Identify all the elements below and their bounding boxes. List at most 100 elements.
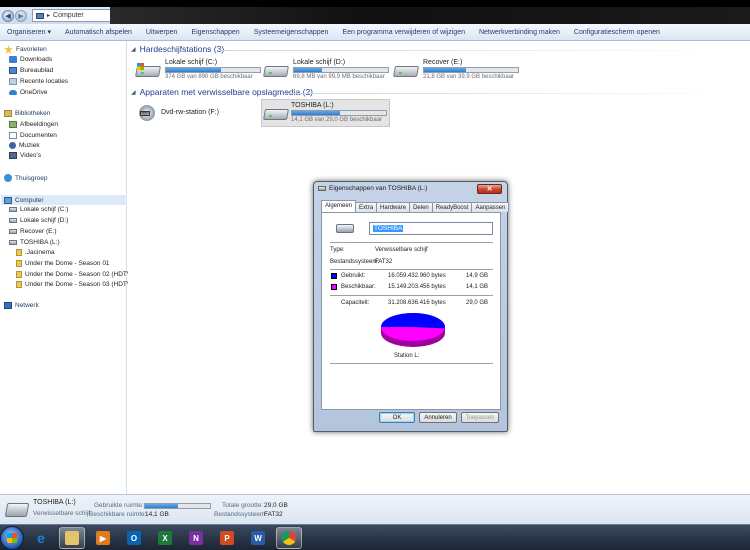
dialog-titlebar[interactable]: Eigenschappen van TOSHIBA (L:) — [318, 185, 427, 192]
nav-network[interactable]: Netwerk — [4, 302, 39, 309]
chevron-right-icon[interactable]: ▸ — [47, 12, 50, 19]
tab-general[interactable]: Algemeen — [321, 200, 357, 212]
taskbar-app-outlook[interactable]: O — [121, 527, 147, 549]
pie-slice-used — [381, 313, 445, 329]
drive-tile-e[interactable]: Recover (E:) 21,8 GB van 39,9 GB beschik… — [393, 59, 519, 80]
drive-tile-c[interactable]: Lokale schijf (C:) 374 GB van 890 GB bes… — [135, 59, 261, 80]
map-network-drive-button[interactable]: Netwerkverbinding maken — [472, 29, 567, 36]
nav-pictures[interactable]: Afbeeldingen — [9, 121, 58, 128]
windows-drive-icon — [135, 63, 162, 79]
tab-sharing[interactable]: Delen — [409, 202, 433, 212]
used-bytes: 16.059.432.960 bytes — [388, 273, 446, 279]
collapse-triangle-icon[interactable]: ◢ — [131, 46, 136, 53]
start-button[interactable] — [0, 526, 24, 550]
nav-folder-jacinema[interactable]: .Jacinema — [16, 249, 55, 256]
navigation-pane: Favorieten Downloads Bureaublad Recente … — [0, 41, 133, 494]
star-icon — [4, 45, 13, 54]
nav-videos[interactable]: Video's — [9, 152, 41, 159]
nav-drive-c-label: Lokale schijf (C:) — [20, 206, 69, 213]
usb-drive-icon — [9, 240, 17, 245]
word-icon: W — [251, 531, 265, 545]
nav-folder-season-02[interactable]: Under the Dome - Season 02 (HDTV) — [16, 271, 133, 278]
outlook-icon: O — [127, 531, 141, 545]
nav-downloads[interactable]: Downloads — [9, 56, 52, 63]
nav-music[interactable]: Muziek — [9, 142, 40, 149]
tab-tools[interactable]: Extra — [355, 202, 378, 212]
nav-drive-d[interactable]: Lokale schijf (D:) — [9, 217, 68, 224]
capacity-label: Capaciteit: — [341, 300, 370, 306]
open-control-panel-button[interactable]: Configuratiescherm openen — [567, 29, 667, 36]
autoplay-button[interactable]: Automatisch afspelen — [58, 29, 139, 36]
properties-button[interactable]: Eigenschappen — [184, 29, 246, 36]
back-button[interactable]: ◀ — [2, 9, 14, 22]
toshiba-usage-bar — [291, 110, 387, 116]
cancel-button[interactable]: Annuleren — [419, 412, 457, 423]
nav-recent-places[interactable]: Recente locaties — [9, 78, 68, 85]
tab-customize[interactable]: Aanpassen — [471, 202, 510, 212]
drive-name-input[interactable]: TOSHIBA — [369, 222, 493, 235]
nav-drive-e-label: Recover (E:) — [20, 228, 57, 235]
drive-tile-dvd[interactable]: DVD Dvd-rw-station (F:) — [136, 105, 219, 125]
free-label: Beschikbaar: — [341, 284, 376, 290]
nav-videos-label: Video's — [20, 152, 41, 159]
type-label: Type: — [330, 247, 345, 253]
apply-button[interactable]: Toepassen — [461, 412, 499, 423]
address-bar-dark-area — [110, 7, 750, 24]
organize-menu[interactable]: Organiseren ▾ — [0, 28, 58, 36]
details-fs-label: Bestandssysteem: — [214, 511, 268, 518]
removable-group-header[interactable]: ◢ Apparaten met verwisselbare opslagmedi… — [131, 87, 313, 97]
taskbar-app-powerpoint[interactable]: P — [214, 527, 240, 549]
eject-button[interactable]: Uitwerpen — [139, 29, 185, 36]
drive-tile-d[interactable]: Lokale schijf (D:) 69,8 MB van 99,9 MB b… — [263, 59, 389, 80]
nav-onedrive[interactable]: OneDrive — [9, 89, 47, 96]
downloads-icon — [9, 56, 17, 63]
taskbar-app-word[interactable]: W — [245, 527, 271, 549]
collapse-triangle-icon[interactable]: ◢ — [131, 89, 136, 96]
onedrive-icon — [9, 90, 17, 95]
nav-desktop-label: Bureaublad — [20, 67, 54, 74]
close-button[interactable]: ✕ — [477, 184, 502, 194]
folder-icon — [16, 281, 22, 288]
system-properties-button[interactable]: Systeemeigenschappen — [247, 29, 336, 36]
group-divider — [220, 50, 740, 51]
drive-d-usage-bar — [293, 67, 389, 73]
videos-icon — [9, 152, 17, 159]
ok-button[interactable]: OK — [379, 412, 415, 423]
taskbar-app-media-player[interactable]: ▶ — [90, 527, 116, 549]
tab-readyboost[interactable]: ReadyBoost — [431, 202, 473, 212]
taskbar-app-chrome[interactable] — [276, 527, 302, 549]
nav-folder-season-01[interactable]: Under the Dome - Season 01 — [16, 260, 110, 267]
taskbar: e ▶ O X N P W — [0, 524, 750, 550]
nav-homegroup[interactable]: Thuisgroep — [4, 174, 48, 182]
libraries-icon — [4, 110, 12, 117]
nav-drive-l[interactable]: TOSHIBA (L:) — [9, 239, 60, 246]
nav-favorites[interactable]: Favorieten — [4, 45, 47, 54]
nav-documents[interactable]: Documenten — [9, 132, 57, 139]
nav-drive-c[interactable]: Lokale schijf (C:) — [9, 206, 68, 213]
usb-drive-icon — [263, 106, 289, 122]
details-used-label: Gebruikte ruimte: — [94, 502, 144, 509]
dialog-title: Eigenschappen van TOSHIBA (L:) — [329, 185, 428, 192]
tab-hardware[interactable]: Hardware — [376, 202, 411, 212]
uninstall-program-button[interactable]: Een programma verwijderen of wijzigen — [335, 29, 472, 36]
details-name: TOSHIBA (L:) — [33, 499, 76, 506]
nav-libraries[interactable]: Bibliotheken — [4, 110, 50, 117]
toshiba-size: 14,1 GB van 29,0 GB beschikbaar — [291, 117, 383, 123]
nav-desktop[interactable]: Bureaublad — [9, 67, 53, 74]
details-usage-bar — [144, 503, 211, 509]
taskbar-app-onenote[interactable]: N — [183, 527, 209, 549]
nav-drive-e[interactable]: Recover (E:) — [9, 228, 56, 235]
drive-d-size: 69,8 MB van 99,9 MB beschikbaar — [293, 74, 385, 80]
drive-e-name: Recover (E:) — [423, 59, 463, 66]
taskbar-app-explorer[interactable] — [59, 527, 85, 549]
used-label: Gebruikt: — [341, 273, 366, 279]
nav-folder-season-03[interactable]: Under the Dome - Season 03 (HDTV) — [16, 281, 133, 288]
nav-libraries-label: Bibliotheken — [15, 110, 51, 117]
taskbar-app-excel[interactable]: X — [152, 527, 178, 549]
forward-button[interactable]: ▶ — [15, 9, 27, 22]
drive-tile-toshiba[interactable]: TOSHIBA (L:) 14,1 GB van 29,0 GB beschik… — [261, 99, 390, 127]
nav-computer[interactable]: Computer — [1, 195, 127, 205]
taskbar-app-internet-explorer[interactable]: e — [28, 527, 54, 549]
hdd-group-header[interactable]: ◢ Hardeschijfstations (3) — [131, 44, 224, 54]
computer-icon — [36, 12, 44, 19]
